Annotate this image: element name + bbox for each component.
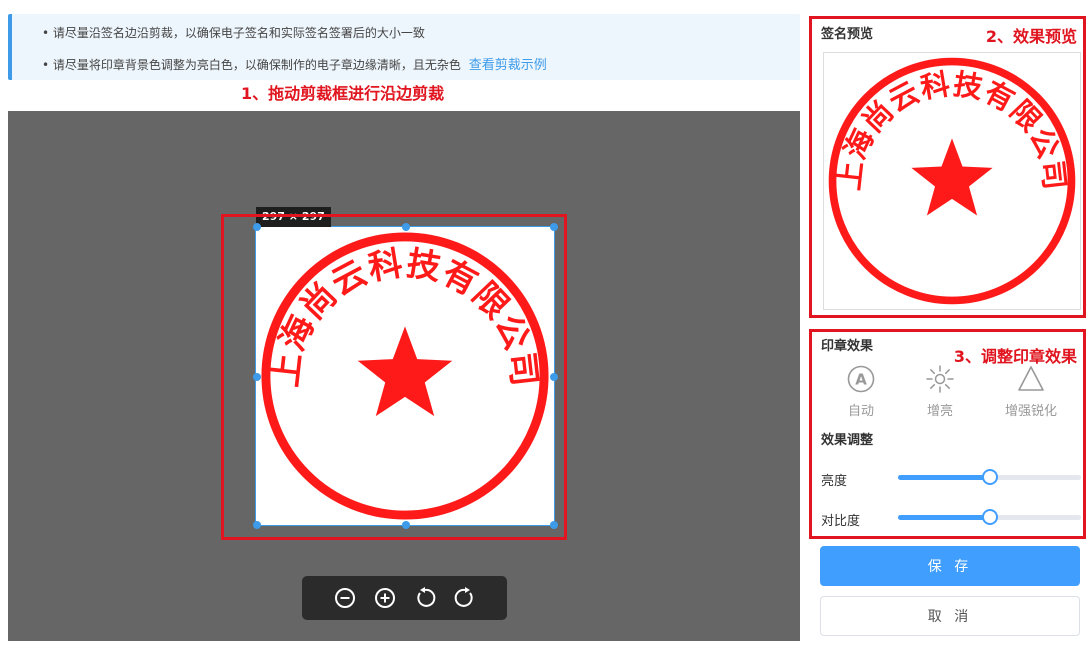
effect-option-sharpen-label: 增强锐化 — [1004, 404, 1057, 419]
effect-option-brighten[interactable]: 增亮 — [905, 364, 975, 419]
effect-option-sharpen[interactable]: 增强锐化 — [996, 364, 1066, 419]
brightness-slider-thumb[interactable] — [981, 469, 998, 485]
auto-a-icon: A — [847, 365, 875, 393]
crop-toolbar — [302, 576, 507, 620]
crop-example-link[interactable]: 查看剪裁示例 — [469, 58, 547, 73]
contrast-label: 对比度 — [821, 514, 861, 529]
seal-editor: • 请尽量沿签名边沿剪裁，以确保电子签名和实际签名签署后的大小一致 • 请尽量将… — [0, 0, 1087, 659]
effect-option-brighten-label: 增亮 — [926, 404, 953, 419]
effect-option-auto-label: 自动 — [847, 404, 874, 419]
preview-box: 上海尚云科技有限公司 — [823, 52, 1081, 310]
tips-box: • 请尽量沿签名边沿剪裁，以确保电子签名和实际签名签署后的大小一致 • 请尽量将… — [8, 14, 800, 80]
svg-text:A: A — [855, 371, 867, 389]
effect-option-auto[interactable]: A 自动 — [826, 364, 896, 419]
brightness-icon — [926, 365, 954, 393]
seal-preview-image: 上海尚云科技有限公司 — [828, 57, 1076, 305]
preview-title: 签名预览 — [821, 27, 874, 42]
zoom-out-icon[interactable] — [331, 584, 359, 612]
brightness-slider-fill — [898, 475, 990, 480]
crop-canvas[interactable]: 上海尚云科技有限公司 297 × 297 — [8, 111, 800, 641]
sharpen-triangle-icon — [1018, 366, 1044, 391]
contrast-slider-fill — [898, 515, 990, 520]
adjust-title: 效果调整 — [821, 433, 874, 448]
rotate-left-icon[interactable] — [411, 584, 439, 612]
contrast-slider-thumb[interactable] — [981, 509, 998, 525]
cancel-button[interactable]: 取 消 — [820, 596, 1080, 636]
annotation-step-1: 1、拖动剪裁框进行沿边剪裁 — [241, 84, 445, 103]
contrast-slider[interactable] — [898, 509, 1081, 525]
tip-line-2: • 请尽量将印章背景色调整为亮白色，以确保制作的电子章边缘清晰，且无杂色 查看剪… — [42, 54, 547, 73]
annotation-step-2: 2、效果预览 — [985, 27, 1077, 46]
brightness-label: 亮度 — [821, 474, 848, 489]
effect-title: 印章效果 — [821, 339, 874, 354]
save-button[interactable]: 保 存 — [820, 546, 1080, 586]
rotate-right-icon[interactable] — [451, 584, 479, 612]
zoom-in-icon[interactable] — [371, 584, 399, 612]
effect-panel: 印章效果 3、调整印章效果 A 自动 增亮 增强锐化 效果调整 亮度 对比度 — [809, 329, 1086, 539]
tip-line-2-text: • 请尽量将印章背景色调整为亮白色，以确保制作的电子章边缘清晰，且无杂色 — [42, 58, 461, 72]
brightness-slider[interactable] — [898, 469, 1081, 485]
tip-line-1: • 请尽量沿签名边沿剪裁，以确保电子签名和实际签名签署后的大小一致 — [42, 26, 425, 40]
preview-panel: 签名预览 2、效果预览 上海尚云科技有限公司 — [809, 16, 1086, 318]
annotation-frame-1 — [221, 214, 567, 540]
